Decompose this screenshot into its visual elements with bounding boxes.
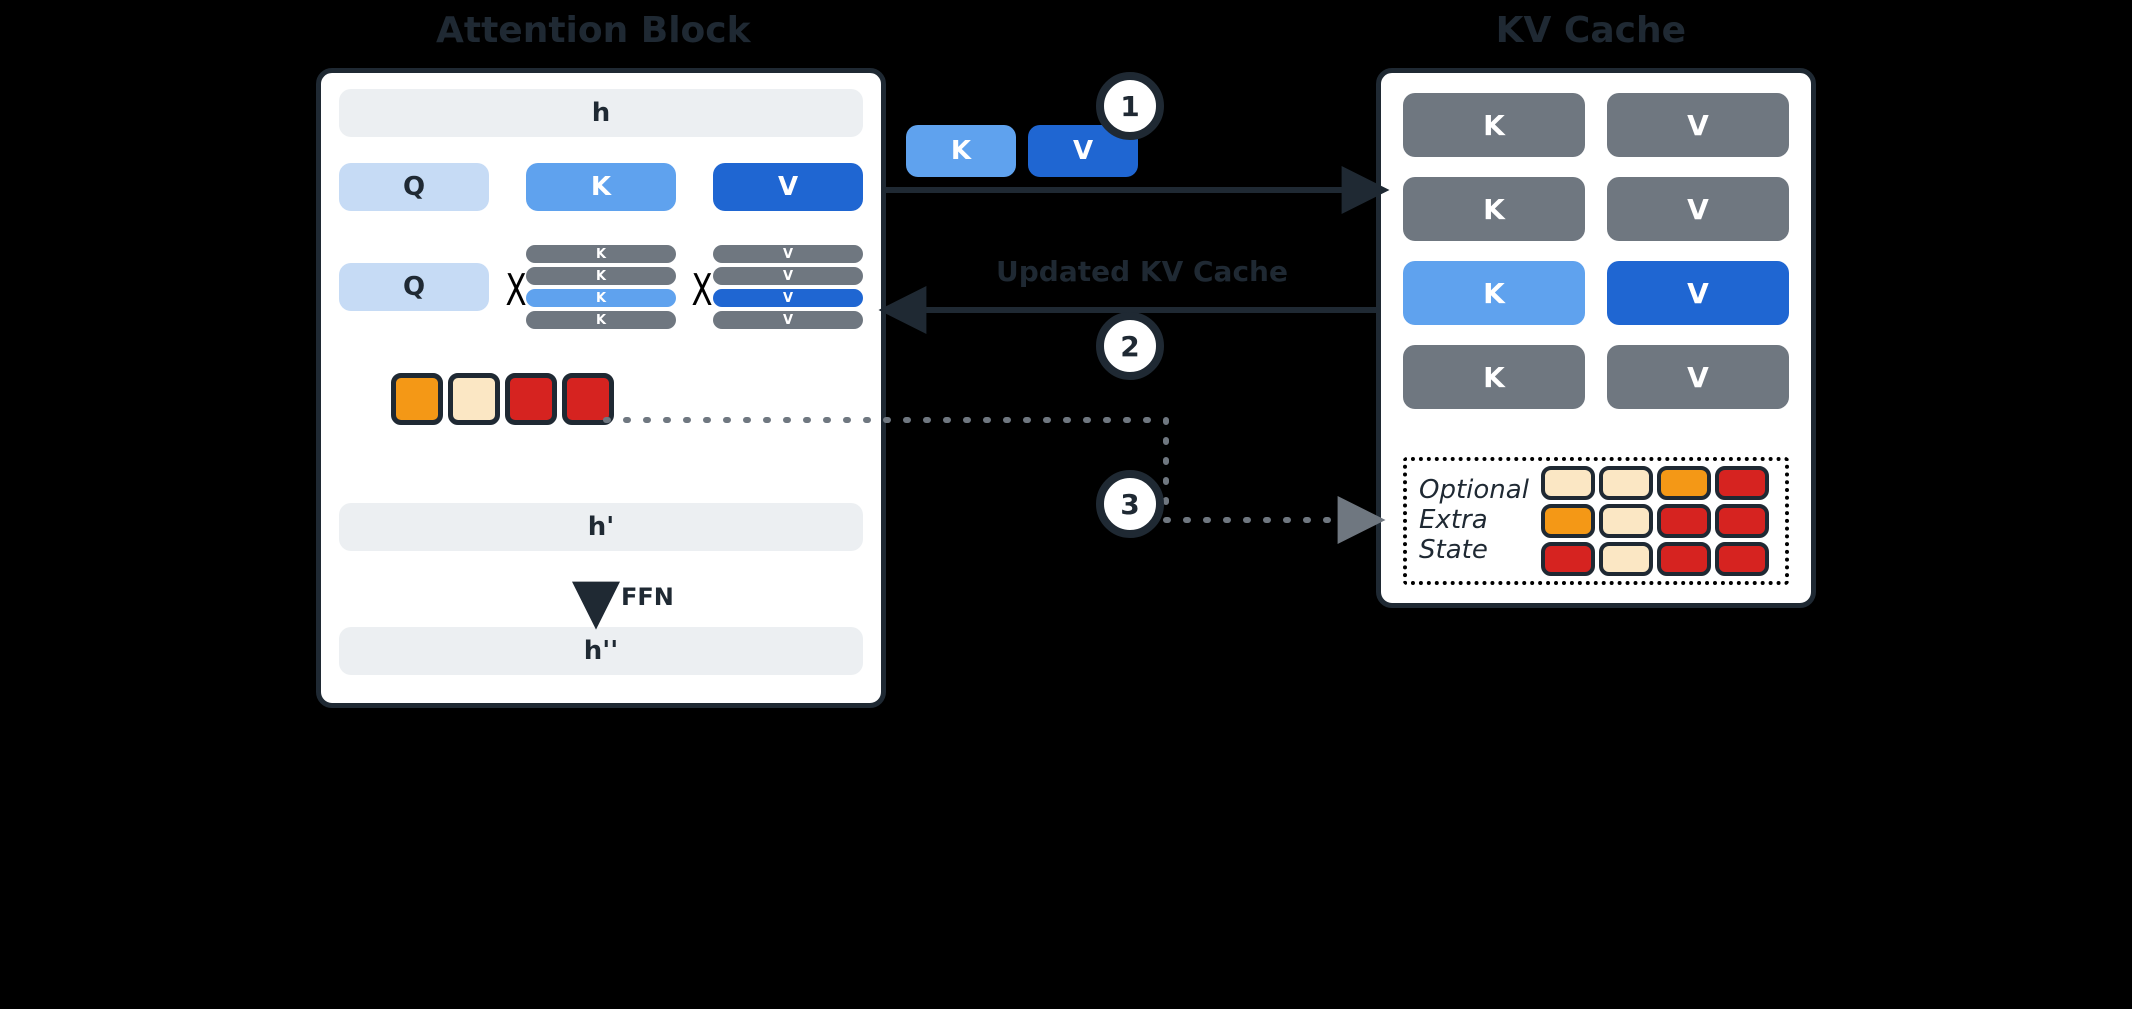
- value: V: [713, 163, 863, 211]
- bar-v-0: V: [713, 245, 863, 263]
- bar-v-3: V: [713, 311, 863, 329]
- cache-k-2: K: [1403, 261, 1585, 325]
- step-badge-2: 2: [1096, 312, 1164, 380]
- step-badge-3: 3: [1096, 470, 1164, 538]
- bar-k-3: K: [526, 311, 676, 329]
- extra-state-grid: [1541, 466, 1769, 576]
- m22: [1657, 542, 1711, 576]
- query: Q: [339, 163, 489, 211]
- hidden-h2: h'': [339, 627, 863, 675]
- attn-output-row: [391, 373, 614, 425]
- hidden-h1: h': [339, 503, 863, 551]
- key: K: [526, 163, 676, 211]
- m00: [1541, 466, 1595, 500]
- m13: [1715, 504, 1769, 538]
- cache-v-1: V: [1607, 177, 1789, 241]
- attention-panel: h Q K V Q X K K K K X V V V V h' FFN h'': [316, 68, 886, 708]
- m02: [1657, 466, 1711, 500]
- cache-row-3: K V: [1403, 345, 1789, 409]
- cache-row-0: K V: [1403, 93, 1789, 157]
- bar-v-1: V: [713, 267, 863, 285]
- attention-title: Attention Block: [436, 10, 751, 51]
- m03: [1715, 466, 1769, 500]
- m11: [1599, 504, 1653, 538]
- bar-k-2: K: [526, 289, 676, 307]
- bar-k-0: K: [526, 245, 676, 263]
- v-stack: V V V V: [713, 245, 863, 329]
- cache-k-1: K: [1403, 177, 1585, 241]
- cache-k-0: K: [1403, 93, 1585, 157]
- m01: [1599, 466, 1653, 500]
- cache-v-2: V: [1607, 261, 1789, 325]
- m21: [1599, 542, 1653, 576]
- updated-cache-label: Updated KV Cache: [996, 255, 1288, 288]
- query-2: Q: [339, 263, 489, 311]
- k-stack: K K K K: [526, 245, 676, 329]
- cache-row-1: K V: [1403, 177, 1789, 241]
- cache-k-3: K: [1403, 345, 1585, 409]
- attn-out-3: [562, 373, 614, 425]
- new-k: K: [906, 125, 1016, 177]
- cache-v-3: V: [1607, 345, 1789, 409]
- extra-state-box: Optional Extra State: [1403, 457, 1789, 585]
- mul-2: X: [692, 265, 713, 316]
- m23: [1715, 542, 1769, 576]
- attn-out-0: [391, 373, 443, 425]
- cache-title: KV Cache: [1496, 10, 1686, 51]
- extra-state-label: Optional Extra State: [1419, 476, 1529, 566]
- cache-row-2: K V: [1403, 261, 1789, 325]
- m20: [1541, 542, 1595, 576]
- kv-cache-panel: K V K V K V K V Optional Extra State: [1376, 68, 1816, 608]
- m10: [1541, 504, 1595, 538]
- mul-1: X: [506, 265, 527, 316]
- bar-v-2: V: [713, 289, 863, 307]
- m12: [1657, 504, 1711, 538]
- ffn-label: FFN: [621, 583, 674, 611]
- hidden-h: h: [339, 89, 863, 137]
- cache-v-0: V: [1607, 93, 1789, 157]
- attn-out-2: [505, 373, 557, 425]
- new-kv-pair: K V: [906, 125, 1138, 177]
- attn-out-1: [448, 373, 500, 425]
- step-badge-1: 1: [1096, 72, 1164, 140]
- bar-k-1: K: [526, 267, 676, 285]
